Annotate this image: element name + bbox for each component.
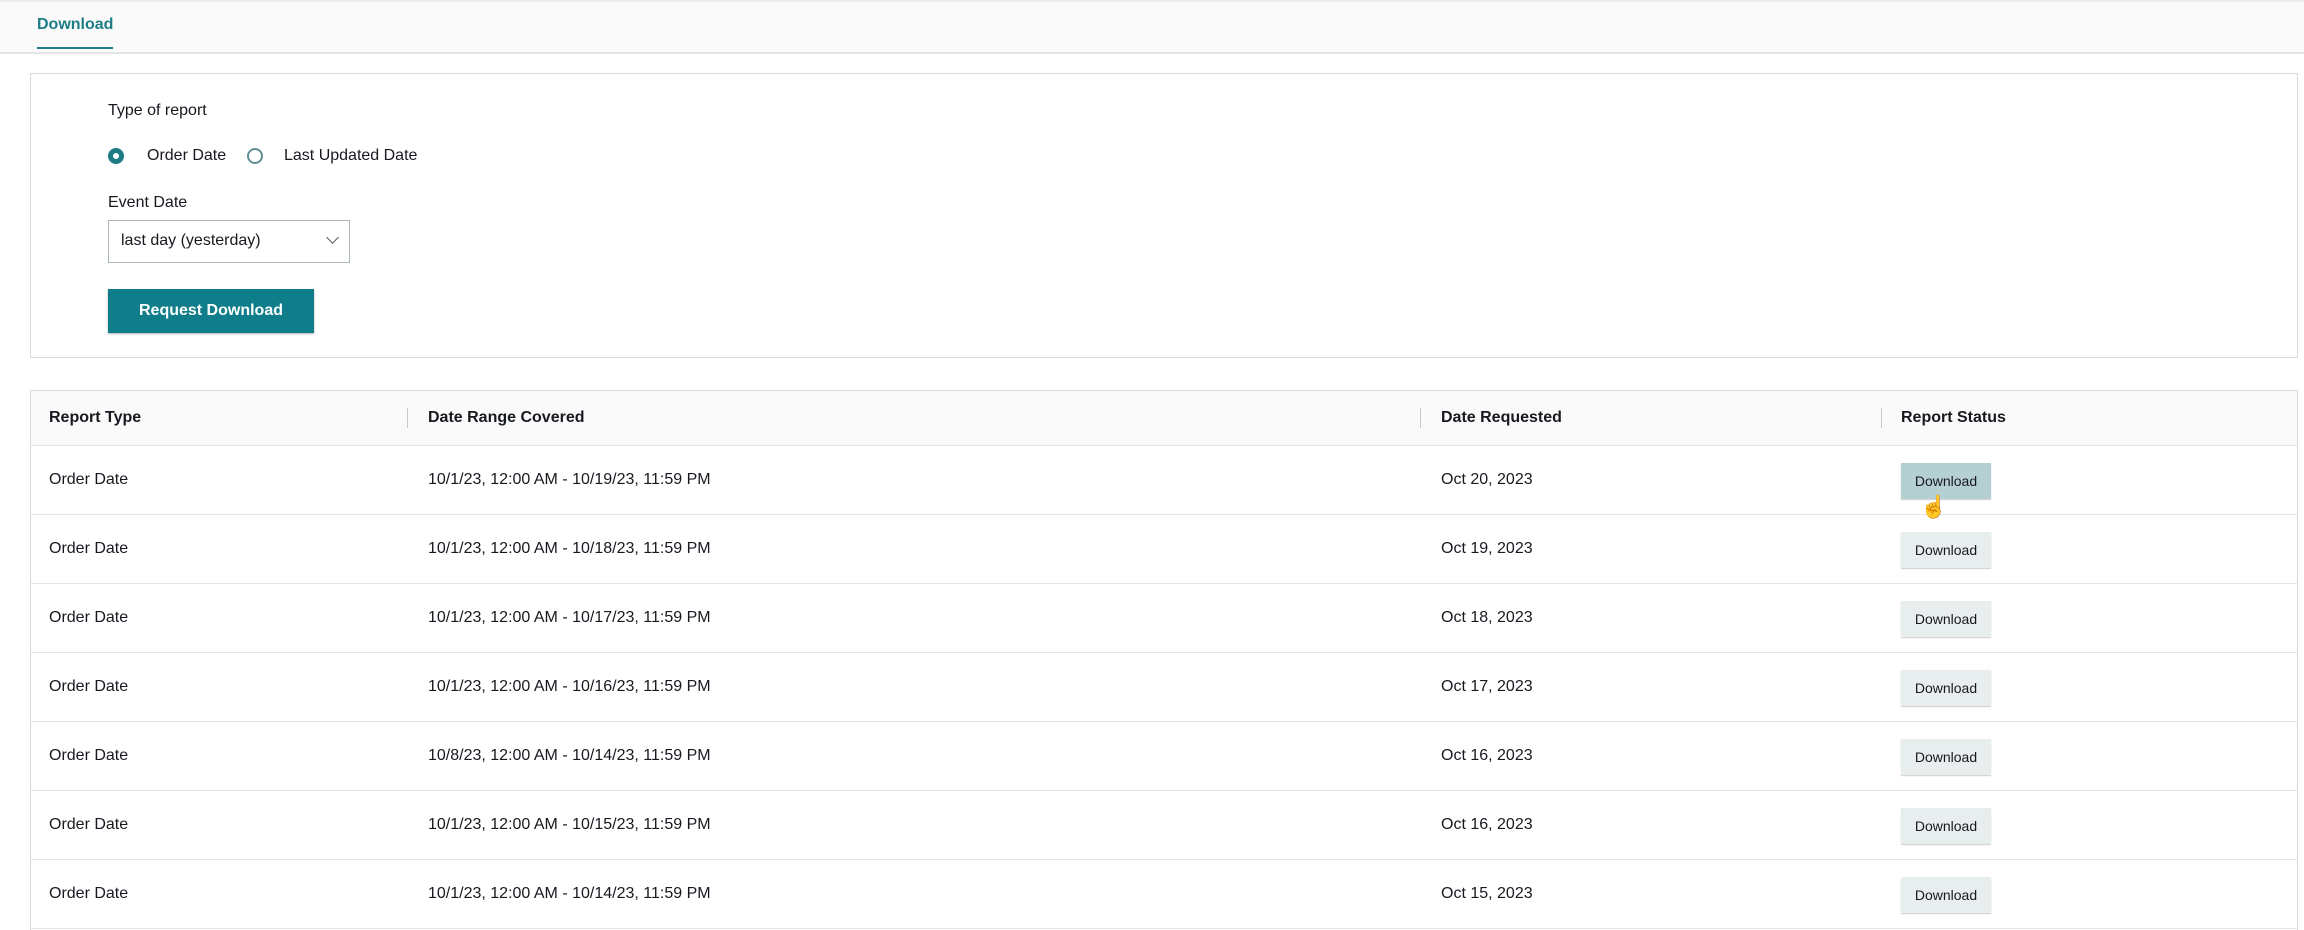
table-row: Order Date 10/8/23, 12:00 AM - 10/14/23,… bbox=[31, 722, 2297, 791]
table-header: Report Type Date Range Covered Date Requ… bbox=[31, 391, 2297, 446]
report-request-panel: Type of report Order Date Last Updated D… bbox=[30, 73, 2298, 358]
cell-report-type: Order Date bbox=[49, 540, 129, 557]
cell-date-range: 10/8/23, 12:00 AM - 10/14/23, 11:59 PM bbox=[428, 747, 711, 764]
radio-last-updated-date[interactable] bbox=[247, 148, 263, 164]
download-button[interactable]: Download bbox=[1901, 670, 1991, 706]
table-row: Order Date 10/1/23, 12:00 AM - 10/18/23,… bbox=[31, 515, 2297, 584]
radio-order-date[interactable] bbox=[108, 148, 124, 164]
cell-date-range: 10/1/23, 12:00 AM - 10/17/23, 11:59 PM bbox=[428, 609, 711, 626]
cell-date-requested: Oct 19, 2023 bbox=[1441, 540, 1533, 557]
cell-date-requested: Oct 15, 2023 bbox=[1441, 885, 1533, 902]
column-divider[interactable] bbox=[1420, 408, 1421, 428]
cell-report-type: Order Date bbox=[49, 747, 129, 764]
download-button[interactable]: Download bbox=[1901, 532, 1991, 568]
header-report-type: Report Type bbox=[49, 409, 142, 426]
cell-date-requested: Oct 17, 2023 bbox=[1441, 678, 1533, 695]
chevron-down-icon bbox=[326, 231, 339, 244]
table-row: Order Date 10/1/23, 12:00 AM - 10/15/23,… bbox=[31, 791, 2297, 860]
cell-report-type: Order Date bbox=[49, 609, 129, 626]
cell-report-type: Order Date bbox=[49, 678, 129, 695]
cell-report-type: Order Date bbox=[49, 471, 129, 488]
cell-date-range: 10/1/23, 12:00 AM - 10/16/23, 11:59 PM bbox=[428, 678, 711, 695]
event-date-value: last day (yesterday) bbox=[121, 232, 261, 249]
cell-date-range: 10/1/23, 12:00 AM - 10/15/23, 11:59 PM bbox=[428, 816, 711, 833]
header-date-range: Date Range Covered bbox=[428, 409, 585, 426]
download-button[interactable]: Download bbox=[1901, 739, 1991, 775]
cell-date-range: 10/1/23, 12:00 AM - 10/19/23, 11:59 PM bbox=[428, 471, 711, 488]
type-of-report-label: Type of report bbox=[108, 102, 207, 119]
header-date-requested: Date Requested bbox=[1441, 409, 1562, 426]
column-divider[interactable] bbox=[1881, 408, 1882, 428]
table-row: Order Date 10/1/23, 12:00 AM - 10/14/23,… bbox=[31, 860, 2297, 929]
cell-date-requested: Oct 20, 2023 bbox=[1441, 471, 1533, 488]
cell-date-range: 10/1/23, 12:00 AM - 10/14/23, 11:59 PM bbox=[428, 885, 711, 902]
reports-table: Report Type Date Range Covered Date Requ… bbox=[30, 390, 2298, 930]
hand-cursor-icon: ☝ bbox=[1920, 494, 1948, 519]
table-row: Order Date 10/1/23, 12:00 AM - 10/16/23,… bbox=[31, 653, 2297, 722]
event-date-label: Event Date bbox=[108, 194, 188, 211]
cell-date-requested: Oct 16, 2023 bbox=[1441, 816, 1533, 833]
tab-bar: Download bbox=[0, 0, 2304, 54]
column-divider[interactable] bbox=[407, 408, 408, 428]
cell-date-range: 10/1/23, 12:00 AM - 10/18/23, 11:59 PM bbox=[428, 540, 711, 557]
event-date-select[interactable]: last day (yesterday) bbox=[108, 220, 350, 263]
download-button[interactable]: Download bbox=[1901, 601, 1991, 637]
cell-date-requested: Oct 16, 2023 bbox=[1441, 747, 1533, 764]
download-button[interactable]: Download bbox=[1901, 808, 1991, 844]
cell-date-requested: Oct 18, 2023 bbox=[1441, 609, 1533, 626]
radio-order-date-label[interactable]: Order Date bbox=[147, 147, 226, 165]
table-row: Order Date 10/1/23, 12:00 AM - 10/17/23,… bbox=[31, 584, 2297, 653]
cell-report-type: Order Date bbox=[49, 816, 129, 833]
tab-download[interactable]: Download bbox=[37, 16, 114, 49]
request-download-button[interactable]: Request Download bbox=[108, 289, 314, 333]
header-report-status: Report Status bbox=[1901, 409, 2006, 426]
cell-report-type: Order Date bbox=[49, 885, 129, 902]
download-button[interactable]: Download bbox=[1901, 877, 1991, 913]
radio-last-updated-date-label[interactable]: Last Updated Date bbox=[284, 147, 417, 165]
table-row: Order Date 10/1/23, 12:00 AM - 10/19/23,… bbox=[31, 446, 2297, 515]
